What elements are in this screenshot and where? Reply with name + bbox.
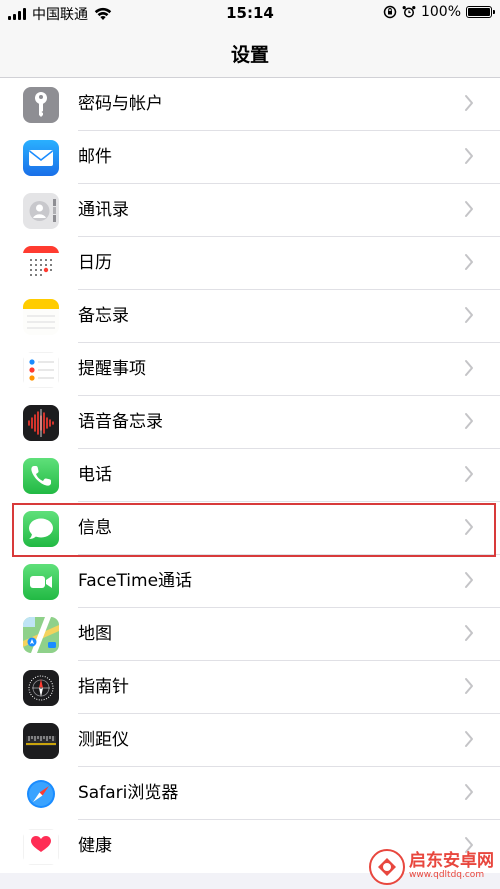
settings-item-label: 地图: [78, 624, 112, 644]
settings-item-label: 提醒事项: [78, 359, 146, 379]
settings-item-label: 邮件: [78, 147, 112, 167]
watermark-url: www.qdltdq.com: [409, 870, 485, 881]
chevron-right-icon: [465, 95, 473, 111]
safari-icon: [23, 775, 59, 812]
settings-item-safari[interactable]: Safari浏览器: [0, 767, 500, 820]
chevron-right-icon: [465, 625, 473, 641]
status-right: 100%: [383, 4, 495, 20]
chevron-right-icon: [465, 360, 473, 376]
settings-item-label: Safari浏览器: [78, 783, 179, 803]
settings-item-passwords-accounts[interactable]: 密码与帐户: [0, 78, 500, 131]
orientation-lock-icon: [383, 5, 397, 19]
battery-percent: 100%: [420, 4, 461, 20]
settings-item-maps[interactable]: 地图: [0, 608, 500, 661]
status-bar: 中国联通 15:14 100%: [0, 0, 500, 28]
mail-icon: [23, 139, 59, 176]
settings-item-label: 日历: [78, 253, 112, 273]
chevron-right-icon: [465, 731, 473, 747]
navigation-bar: 设置: [0, 28, 500, 78]
settings-item-label: 电话: [78, 465, 112, 485]
chevron-right-icon: [465, 678, 473, 694]
settings-item-voice-memos[interactable]: 语音备忘录: [0, 396, 500, 449]
measure-icon: [23, 722, 59, 759]
highlight-box: [12, 503, 496, 557]
settings-item-notes[interactable]: 备忘录: [0, 290, 500, 343]
chevron-right-icon: [465, 784, 473, 800]
settings-item-contacts[interactable]: 通讯录: [0, 184, 500, 237]
reminders-icon: [23, 351, 59, 388]
chevron-right-icon: [465, 572, 473, 588]
settings-item-label: 测距仪: [78, 730, 129, 750]
watermark-title: 启东安卓网: [409, 851, 494, 872]
settings-item-label: 备忘录: [78, 306, 129, 326]
notes-icon: [23, 298, 59, 335]
settings-item-label: 健康: [78, 836, 112, 856]
maps-icon: [23, 616, 59, 653]
chevron-right-icon: [465, 307, 473, 323]
settings-item-label: 语音备忘录: [78, 412, 163, 432]
compass-icon: [23, 669, 59, 706]
watermark-logo-icon: [369, 849, 405, 885]
settings-item-measure[interactable]: 测距仪: [0, 714, 500, 767]
chevron-right-icon: [465, 254, 473, 270]
settings-item-compass[interactable]: 指南针: [0, 661, 500, 714]
chevron-right-icon: [465, 201, 473, 217]
settings-item-label: 指南针: [78, 677, 129, 697]
chevron-right-icon: [465, 466, 473, 482]
contacts-icon: [23, 192, 59, 229]
voice-memos-icon: [23, 404, 59, 441]
settings-item-calendar[interactable]: 日历: [0, 237, 500, 290]
health-icon: [23, 828, 59, 865]
settings-list: 密码与帐户 邮件 通讯录 日历 备忘录 提醒事项 语音备忘录 电话 信息 Fac…: [0, 78, 500, 873]
battery-icon: [466, 6, 495, 18]
watermark-text: 启东安卓网 www.qdltdq.com: [409, 851, 494, 881]
chevron-right-icon: [465, 413, 473, 429]
phone-icon: [23, 457, 59, 494]
watermark: 启东安卓网 www.qdltdq.com: [369, 849, 494, 885]
calendar-icon: [23, 245, 59, 282]
page-title: 设置: [230, 44, 269, 66]
settings-item-mail[interactable]: 邮件: [0, 131, 500, 184]
settings-item-facetime[interactable]: FaceTime通话: [0, 555, 500, 608]
settings-item-label: 密码与帐户: [78, 94, 163, 114]
settings-item-label: FaceTime通话: [78, 571, 193, 591]
settings-item-label: 通讯录: [78, 200, 129, 220]
settings-item-reminders[interactable]: 提醒事项: [0, 343, 500, 396]
key-icon: [23, 86, 59, 123]
settings-item-phone[interactable]: 电话: [0, 449, 500, 502]
facetime-icon: [23, 563, 59, 600]
alarm-icon: [402, 6, 416, 18]
chevron-right-icon: [465, 148, 473, 164]
